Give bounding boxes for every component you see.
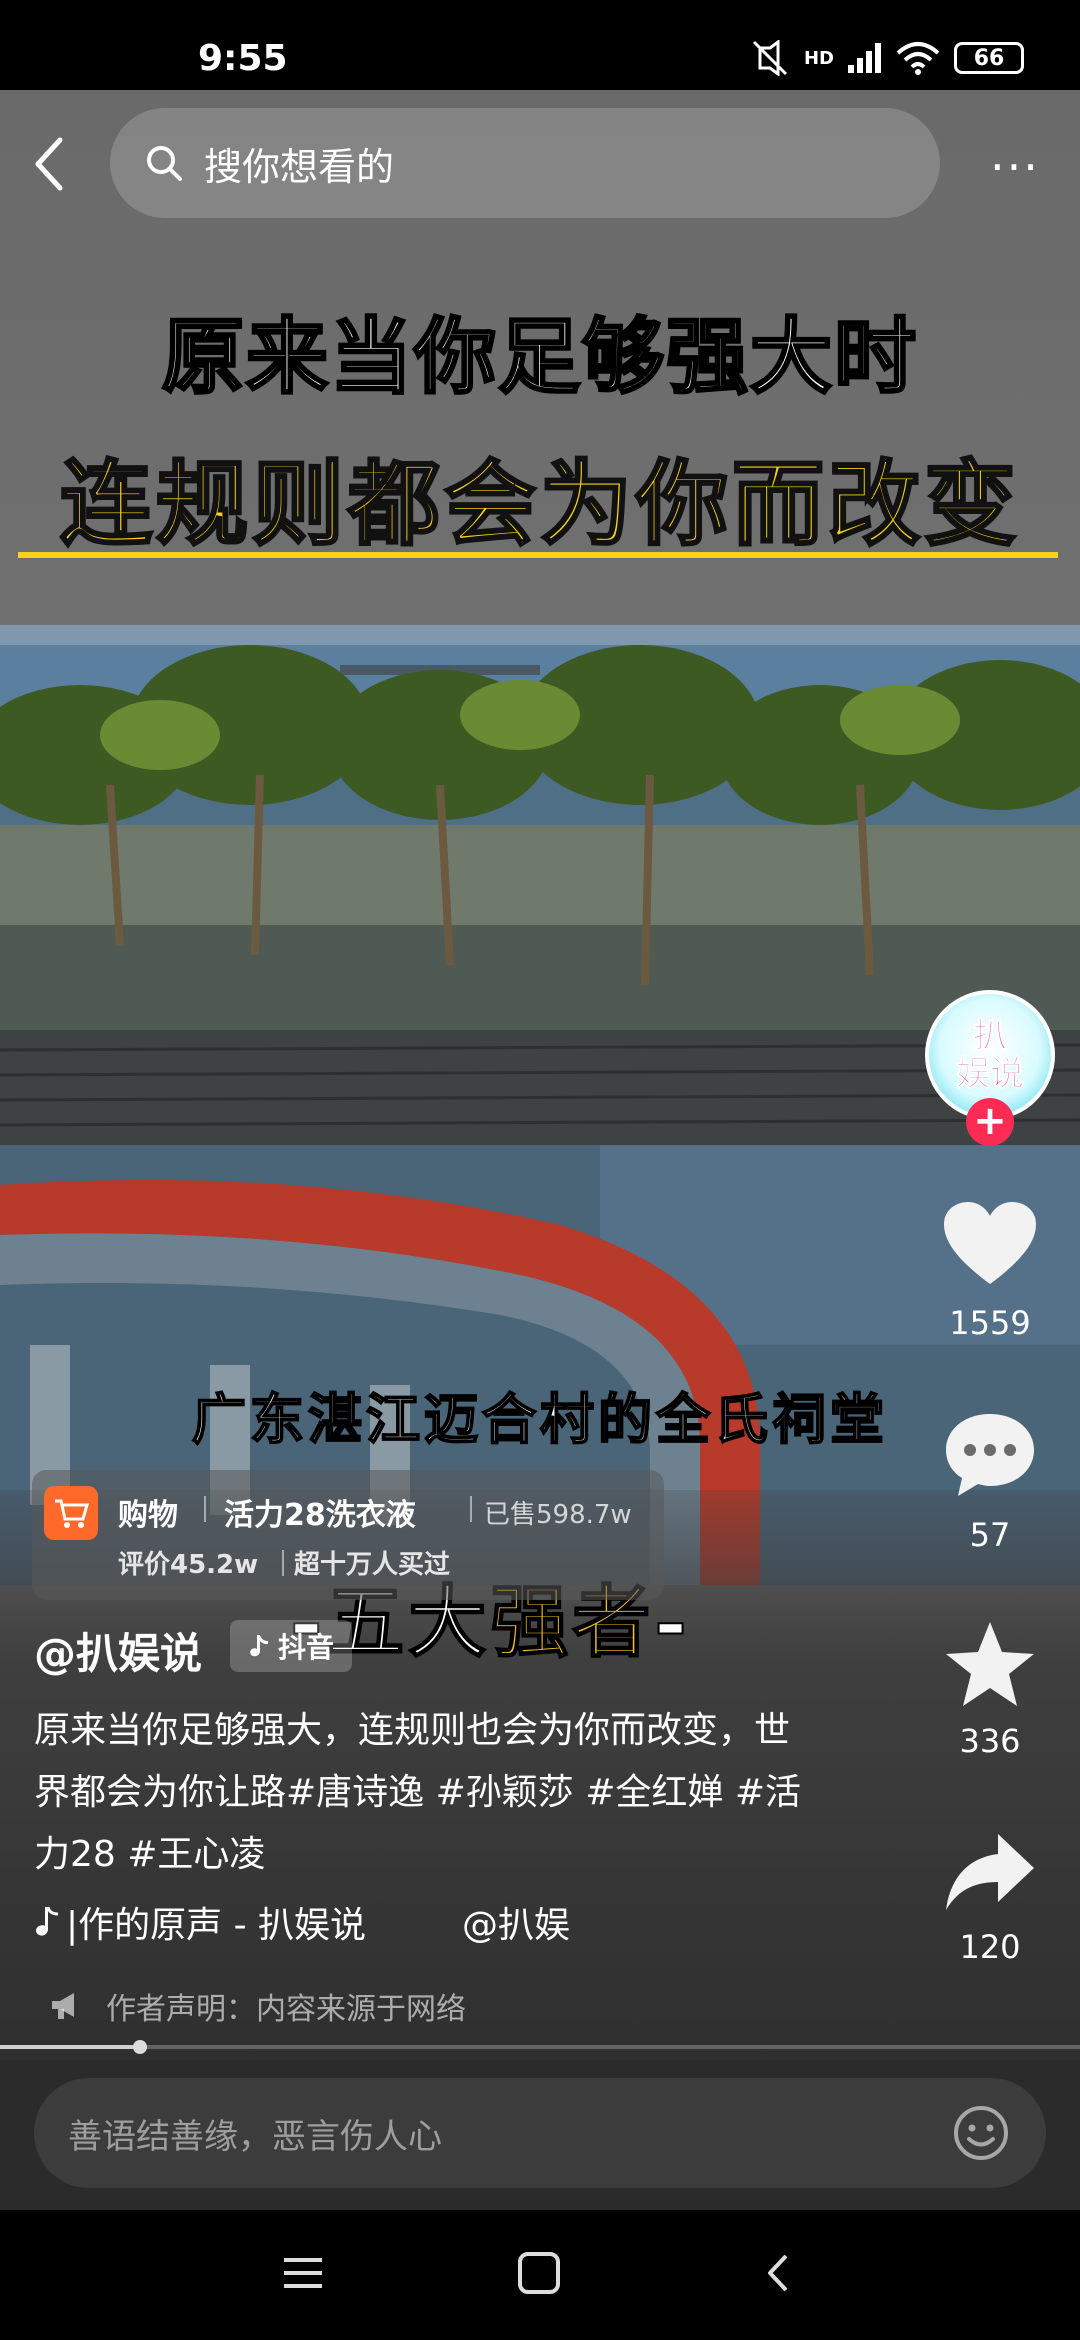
shopping-label: 购物 — [118, 1498, 178, 1533]
video-player[interactable]: 搜你想看的 ··· 原来当你足够强大时 连规则都会为你而改变 广东湛江迈合村的全… — [0, 90, 1080, 2060]
platform-label: 抖音 — [278, 1631, 335, 1664]
comment-input[interactable]: 善语结善缘，恶言伤人心 — [34, 2078, 1046, 2188]
video-progress-bar[interactable] — [0, 2040, 1080, 2054]
more-options-icon[interactable]: ··· — [990, 140, 1040, 194]
megaphone-icon — [52, 1993, 74, 2019]
video-title-line2: 连规则都会为你而改变 — [58, 449, 1020, 560]
back-triangle-icon[interactable] — [756, 2250, 802, 2296]
comment-bar: 善语结善缘，恶言伤人心 — [0, 2060, 1080, 2210]
emoji-icon[interactable] — [952, 2104, 1010, 2162]
shop-divider — [204, 1496, 206, 1522]
favorite-count: 336 — [959, 1722, 1021, 1760]
back-arrow-icon[interactable] — [30, 134, 70, 194]
tiktok-note-icon — [250, 1635, 268, 1657]
author-statement: 作者声明：内容来源于网络 — [50, 1984, 466, 2028]
like-button[interactable]: 1559 — [930, 1200, 1050, 1342]
star-icon — [946, 1622, 1034, 1706]
comment-placeholder: 善语结善缘，恶言伤人心 — [68, 2116, 442, 2157]
shopping-cart-icon — [44, 1486, 98, 1540]
product-sold-count: 已售598.7w — [484, 1500, 632, 1530]
video-caption-location: 广东湛江迈合村的全氏祠堂 — [191, 1386, 888, 1452]
search-placeholder: 搜你想看的 — [204, 144, 395, 189]
battery-indicator: 66 — [954, 42, 1024, 74]
share-count: 120 — [959, 1928, 1021, 1966]
home-square-icon[interactable] — [516, 2250, 562, 2296]
status-icons: HD 66 — [750, 40, 1024, 76]
platform-tag[interactable]: 抖音 — [230, 1620, 353, 1672]
like-count: 1559 — [949, 1304, 1031, 1342]
status-time: 9:55 — [198, 38, 288, 79]
mute-icon — [752, 40, 788, 76]
status-bar: 9:55 HD 66 — [0, 0, 1080, 90]
shop-divider — [282, 1550, 284, 1576]
system-nav-bar — [0, 2210, 1080, 2340]
follow-button[interactable]: + — [966, 1098, 1014, 1146]
product-buyers-badge: 超十万人买过 — [294, 1550, 451, 1580]
shopping-card[interactable]: 购物 活力28洗衣液 已售598.7w 评价45.2w 超十万人买过 — [32, 1470, 664, 1600]
comment-count: 57 — [969, 1516, 1011, 1554]
heart-icon — [944, 1202, 1036, 1284]
comment-bubble-icon — [946, 1414, 1034, 1496]
video-title-line1: 原来当你足够强大时 — [160, 308, 918, 407]
product-rating-count: 评价45.2w — [118, 1550, 259, 1580]
comment-button[interactable]: 57 — [930, 1410, 1050, 1554]
share-button[interactable]: 120 — [930, 1830, 1050, 1966]
product-name: 活力28洗衣液 — [224, 1498, 416, 1533]
post-description[interactable]: 原来当你足够强大，连规则也会为你而改变，世界都会为你让路#唐诗逸 #孙颖莎 #全… — [34, 1700, 814, 1886]
music-mention[interactable]: @扒娱 — [462, 1896, 570, 1948]
search-input[interactable]: 搜你想看的 — [110, 108, 940, 218]
author-name[interactable]: @扒娱说 — [34, 1620, 202, 1681]
network-type-label: HD — [803, 47, 834, 69]
avatar-text-line1: 扒 — [973, 1016, 1008, 1056]
music-note-icon — [36, 1906, 59, 1936]
statement-text: 作者声明：内容来源于网络 — [106, 1992, 466, 2027]
music-info[interactable]: |作的原声 - 扒娱说 — [34, 1896, 366, 1948]
title-underline — [18, 552, 1058, 558]
video-progress-fill — [0, 2045, 141, 2049]
favorite-button[interactable]: 336 — [930, 1620, 1050, 1760]
shop-divider — [470, 1496, 472, 1522]
avatar-logo-text: 扒 娱说 — [956, 1016, 1025, 1094]
search-icon — [147, 146, 182, 181]
signal-icon — [848, 43, 881, 73]
wifi-icon — [896, 42, 940, 75]
share-arrow-icon — [946, 1834, 1034, 1910]
music-title: |作的原声 - 扒娱说 — [66, 1905, 367, 1946]
avatar-text-line2: 娱说 — [956, 1054, 1025, 1094]
menu-icon[interactable] — [280, 2250, 326, 2296]
